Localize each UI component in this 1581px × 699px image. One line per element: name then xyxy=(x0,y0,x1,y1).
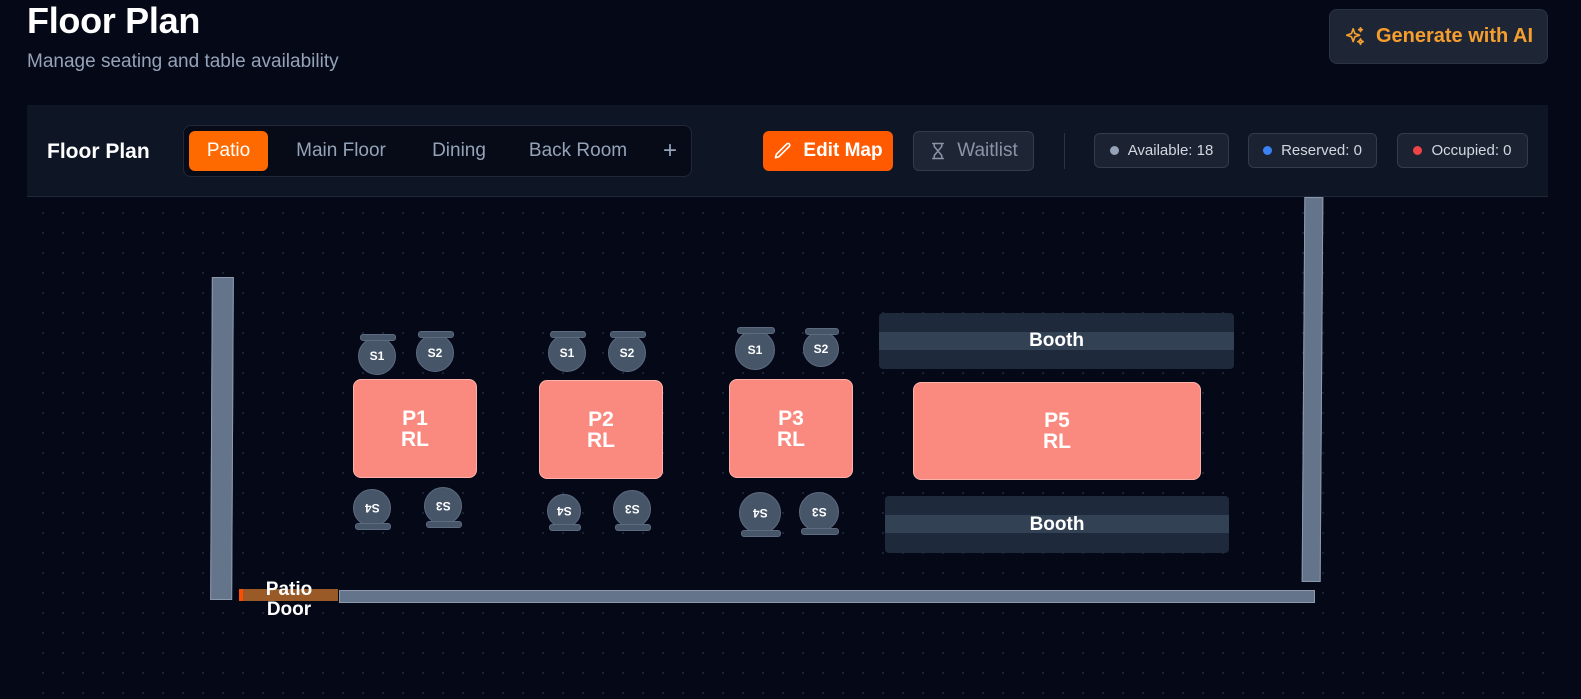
table-p2-id: P2 xyxy=(588,407,614,431)
toolbar-title: Floor Plan xyxy=(47,140,150,163)
reserved-dot-icon xyxy=(1263,146,1273,155)
tab-patio[interactable]: Patio xyxy=(189,131,268,171)
pencil-icon xyxy=(775,142,791,159)
table-p1-id: P1 xyxy=(402,406,428,430)
area-tabs: Patio Main Floor Dining Back Room + xyxy=(183,125,692,177)
tab-main-floor[interactable]: Main Floor xyxy=(282,131,400,171)
status-badge-available: Available: 18 xyxy=(1094,133,1229,168)
generate-with-ai-button[interactable]: Generate with AI xyxy=(1329,9,1548,64)
seat-p2-s4[interactable]: S4 xyxy=(547,494,581,531)
seat-p3-s1[interactable]: S1 xyxy=(735,327,775,370)
table-p2-tag: RL xyxy=(587,428,615,452)
table-p3-id: P3 xyxy=(778,406,804,430)
table-p3[interactable]: P3 RL xyxy=(729,379,853,478)
table-p1[interactable]: P1 RL xyxy=(353,379,477,478)
booth-bottom[interactable]: Booth xyxy=(885,496,1229,553)
available-dot-icon xyxy=(1109,146,1119,155)
seat-p1-s3[interactable]: S3 xyxy=(424,487,462,528)
occupied-dot-icon xyxy=(1413,146,1423,155)
seat-p1-s2[interactable]: S2 xyxy=(416,331,454,372)
seat-p3-s2[interactable]: S2 xyxy=(803,328,839,367)
waitlist-button[interactable]: Waitlist xyxy=(913,131,1034,171)
toolbar-divider xyxy=(1064,133,1065,169)
hourglass-icon xyxy=(932,142,945,160)
page-subtitle: Manage seating and table availability xyxy=(27,51,339,72)
floor-plan-toolbar: Floor Plan Patio Main Floor Dining Back … xyxy=(27,105,1548,197)
table-p2[interactable]: P2 RL xyxy=(539,380,663,479)
wall-right[interactable] xyxy=(1301,196,1324,583)
seat-p2-s2[interactable]: S2 xyxy=(608,331,646,372)
table-p3-tag: RL xyxy=(777,427,805,451)
seat-p3-s3[interactable]: S3 xyxy=(799,492,839,535)
sparkles-icon xyxy=(1345,26,1365,45)
table-p1-tag: RL xyxy=(401,427,429,451)
seat-p2-s3[interactable]: S3 xyxy=(613,490,651,531)
tab-back-room[interactable]: Back Room xyxy=(518,131,638,171)
table-p5[interactable]: P5 RL xyxy=(913,382,1201,480)
edit-map-button[interactable]: Edit Map xyxy=(763,131,893,171)
seat-p1-s1[interactable]: S1 xyxy=(358,334,396,375)
patio-door-label: Patio Door xyxy=(265,579,313,620)
status-badge-reserved: Reserved: 0 xyxy=(1248,133,1377,168)
booth-top[interactable]: Booth xyxy=(879,313,1234,369)
generate-with-ai-label: Generate with AI xyxy=(1375,25,1534,47)
wall-bottom[interactable] xyxy=(339,590,1315,603)
page-title: Floor Plan xyxy=(27,0,201,41)
reserved-count: Reserved: 0 xyxy=(1281,142,1362,159)
table-p5-id: P5 xyxy=(1044,409,1070,432)
occupied-count: Occupied: 0 xyxy=(1431,142,1512,159)
tab-dining[interactable]: Dining xyxy=(414,131,504,171)
available-count: Available: 18 xyxy=(1127,142,1214,159)
table-p5-tag: RL xyxy=(1043,430,1071,453)
waitlist-label: Waitlist xyxy=(957,140,1018,161)
edit-map-label: Edit Map xyxy=(803,140,883,161)
add-area-button[interactable]: + xyxy=(650,131,690,171)
wall-left[interactable] xyxy=(210,276,234,601)
seat-p2-s1[interactable]: S1 xyxy=(548,331,586,372)
seat-p1-s4[interactable]: S4 xyxy=(353,489,391,530)
status-badge-occupied: Occupied: 0 xyxy=(1397,133,1528,168)
seat-p3-s4[interactable]: S4 xyxy=(739,492,781,537)
